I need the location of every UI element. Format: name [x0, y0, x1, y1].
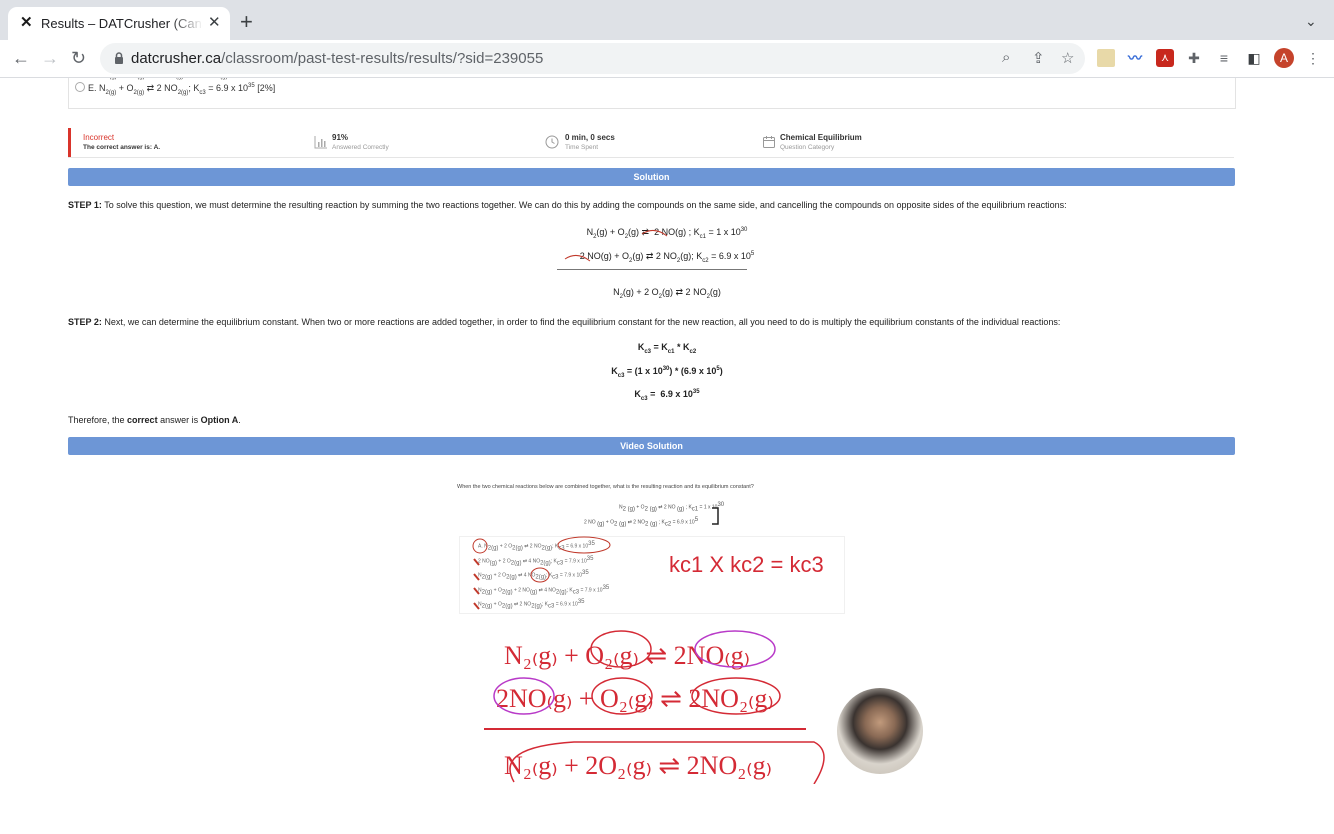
- equation-sum: N2(g) + 2 O2(g) ⇄ 2 NO2(g): [613, 287, 721, 300]
- browser-toolbar: ← → ↻ datcrusher.ca/classroom/past-test-…: [0, 40, 1334, 78]
- radio-icon[interactable]: [75, 82, 85, 92]
- side-panel-icon[interactable]: ◧: [1245, 49, 1263, 67]
- category-stat: Chemical Equilibrium Question Category: [780, 133, 862, 151]
- zoom-icon[interactable]: ⌕: [1002, 49, 1010, 66]
- lock-icon: [115, 52, 123, 64]
- result-stats: Incorrect The correct answer is: A. 91% …: [68, 128, 1234, 158]
- profile-avatar[interactable]: A: [1274, 48, 1294, 68]
- clock-icon: [545, 135, 559, 149]
- answer-option-d[interactable]: D. N2(g) + O2(g) + 2 NO(g) ⇄ 4 NO2(g); K…: [75, 78, 314, 80]
- back-icon[interactable]: ←: [12, 48, 30, 68]
- solution-banner: Solution: [68, 168, 1235, 186]
- percent-value: 91%: [332, 133, 349, 142]
- tab-strip: ✕ Results – DATCrusher (Canadian DAT) ✕ …: [0, 0, 1334, 40]
- share-icon[interactable]: ⇪: [1032, 49, 1045, 67]
- correct-answer-text: The correct answer is: A.: [83, 144, 161, 151]
- svg-text:N₂₍g₎ + O₂₍g₎ ⇌ 2NO₍g₎: N₂₍g₎ + O₂₍g₎ ⇌ 2NO₍g₎: [504, 641, 750, 670]
- presenter-video-thumbnail: [837, 688, 923, 774]
- time-label: Time Spent: [565, 144, 598, 151]
- extensions-puzzle-icon[interactable]: ✚: [1185, 49, 1203, 67]
- step-1-text: STEP 1: To solve this question, we must …: [68, 200, 1067, 210]
- conclusion-text: Therefore, the correct answer is Option …: [68, 415, 241, 425]
- category-label: Question Category: [780, 144, 835, 151]
- new-tab-button[interactable]: +: [240, 11, 253, 33]
- browser-tab[interactable]: ✕ Results – DATCrusher (Canadian DAT) ✕: [8, 7, 230, 40]
- percent-label: Answered Correctly: [332, 144, 389, 151]
- page-content: D. N2(g) + O2(g) + 2 NO(g) ⇄ 4 NO2(g); K…: [0, 78, 1334, 834]
- svg-text:2NO₍g₎ + O₂₍g₎ ⇌ 2NO₂₍g₎: 2NO₍g₎ + O₂₍g₎ ⇌ 2NO₂₍g₎: [496, 684, 774, 713]
- result-stat: Incorrect The correct answer is: A.: [83, 133, 160, 151]
- incorrect-indicator: [68, 128, 71, 157]
- tab-search-icon[interactable]: ⌄: [1305, 13, 1317, 30]
- address-bar[interactable]: datcrusher.ca/classroom/past-test-result…: [100, 43, 1085, 74]
- time-value: 0 min, 0 secs: [565, 133, 615, 142]
- percent-stat: 91% Answered Correctly: [332, 133, 389, 151]
- sum-line: [557, 269, 747, 270]
- reload-icon[interactable]: ↻: [71, 48, 86, 68]
- extension-notes-icon[interactable]: [1097, 49, 1115, 67]
- datcrusher-favicon-icon: ✕: [20, 14, 33, 31]
- media-queue-icon[interactable]: ≡: [1215, 49, 1233, 67]
- kc3-substitution: Kc3 = (1 x 1030) * (6.9 x 105): [611, 366, 723, 379]
- cancel-marks: [564, 230, 668, 262]
- extension-wave-icon[interactable]: 〰: [1126, 49, 1144, 67]
- url-text: datcrusher.ca/classroom/past-test-result…: [131, 50, 544, 67]
- calendar-icon: [763, 136, 775, 148]
- kc3-formula: Kc3 = Kc1 * Kc2: [637, 342, 697, 355]
- step-2-text: STEP 2: Next, we can determine the equil…: [68, 317, 1061, 327]
- time-stat: 0 min, 0 secs Time Spent: [565, 133, 615, 151]
- forward-icon[interactable]: →: [41, 48, 59, 68]
- svg-text:N₂₍g₎ + 2O₂₍g₎ ⇌ 2NO₂₍g₎: N₂₍g₎ + 2O₂₍g₎ ⇌ 2NO₂₍g₎: [504, 751, 772, 780]
- menu-kebab-icon[interactable]: ⋮: [1304, 49, 1322, 67]
- tab-title: Results – DATCrusher (Canadian DAT): [41, 16, 203, 31]
- extension-pdf-icon[interactable]: ⋏: [1156, 49, 1174, 67]
- video-solution-banner: Video Solution: [68, 437, 1235, 455]
- answer-options: D. N2(g) + O2(g) + 2 NO(g) ⇄ 4 NO2(g); K…: [68, 78, 1236, 109]
- answer-option-e[interactable]: E. N2(g) + O2(g) ⇄ 2 NO2(g); Kc3 = 6.9 x…: [75, 82, 275, 96]
- bookmark-star-icon[interactable]: ☆: [1061, 49, 1074, 67]
- kc3-result: Kc3 = 6.9 x 1035: [634, 389, 700, 402]
- close-tab-icon[interactable]: ✕: [208, 15, 221, 31]
- category-value: Chemical Equilibrium: [780, 133, 862, 142]
- result-text: Incorrect: [83, 133, 115, 142]
- handwriting-kc-product: kc1 X kc2 = kc3: [669, 552, 824, 577]
- bar-chart-icon: [314, 136, 327, 149]
